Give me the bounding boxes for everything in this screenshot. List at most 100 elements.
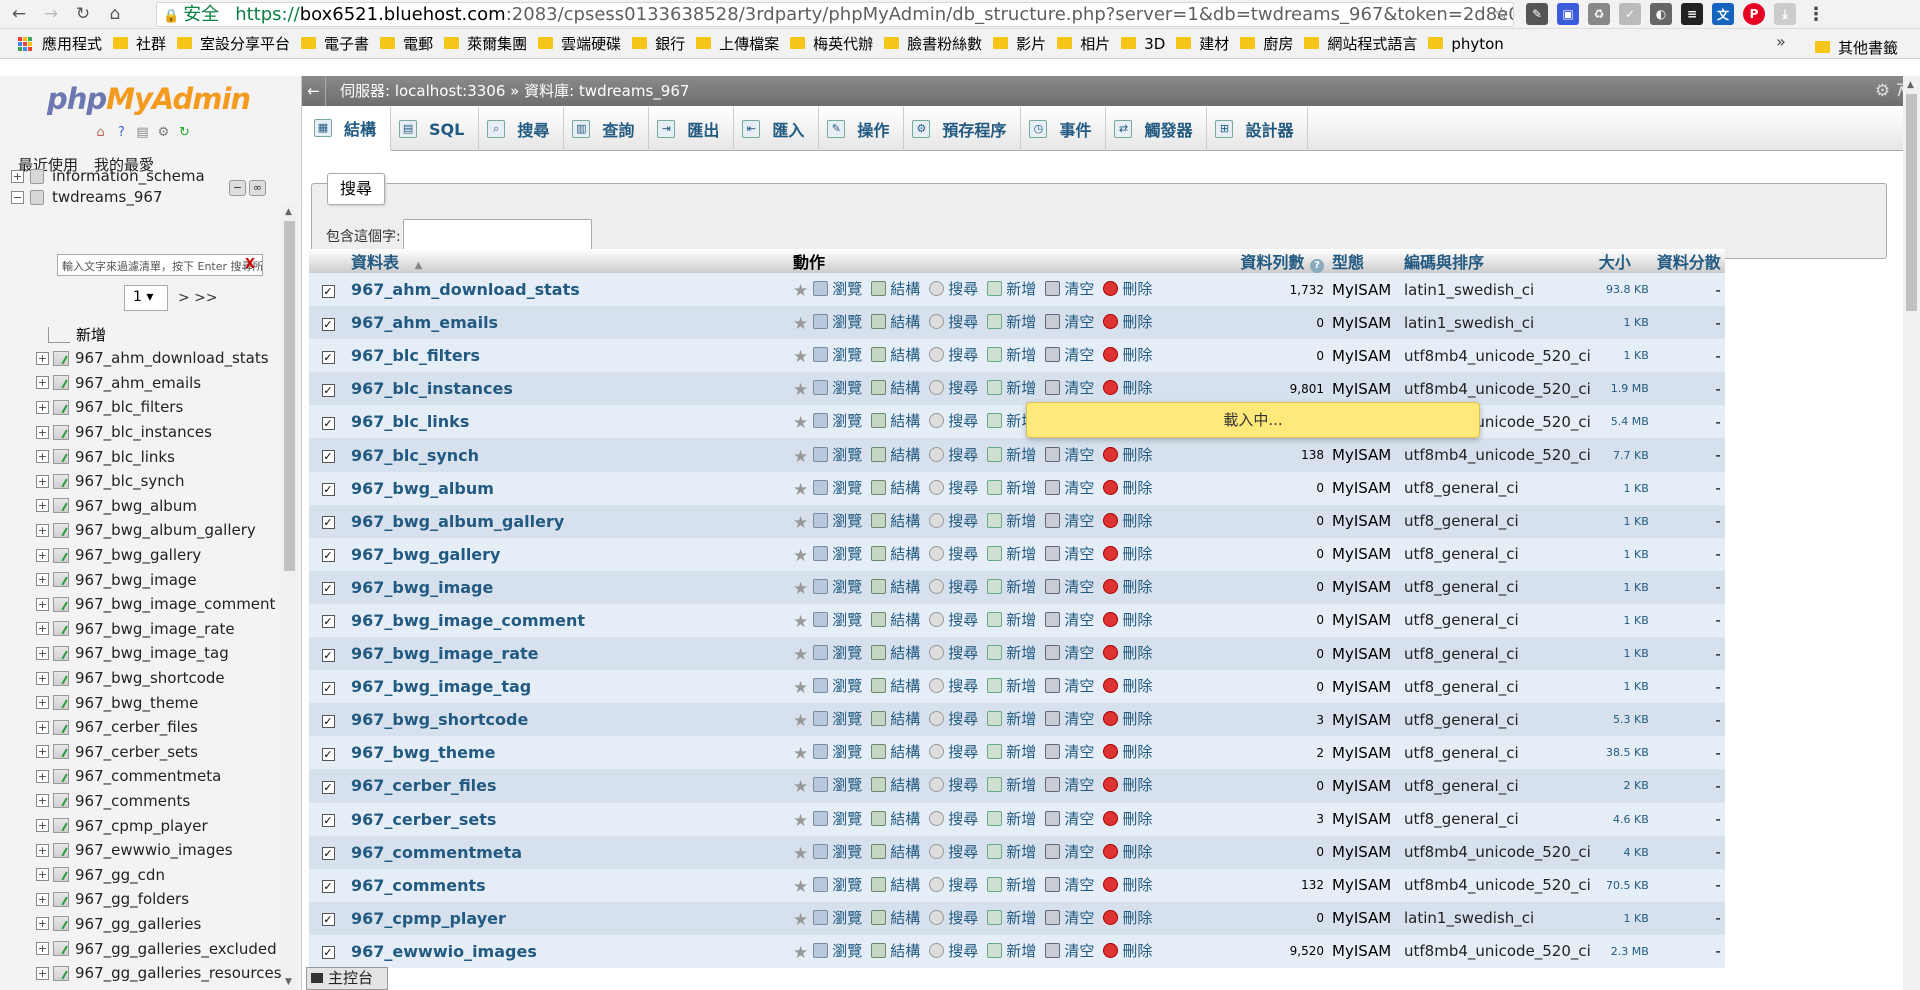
expand-icon[interactable]: + bbox=[36, 573, 49, 587]
table-name-link[interactable]: 967_bwg_image bbox=[347, 570, 789, 604]
size-link[interactable]: 1 KB bbox=[1594, 504, 1653, 538]
nav-table-item[interactable]: +967_comments bbox=[36, 789, 282, 814]
favorite-star-icon[interactable]: ★ bbox=[793, 546, 808, 566]
browse-action[interactable]: 瀏覽 bbox=[813, 741, 862, 762]
favorite-star-icon[interactable]: ★ bbox=[793, 281, 808, 301]
page-scrollbar[interactable]: ▲ bbox=[1903, 76, 1920, 990]
docs-icon[interactable]: ▤ bbox=[134, 124, 151, 141]
drop-action[interactable]: 刪除 bbox=[1103, 642, 1152, 663]
favorite-star-icon[interactable]: ★ bbox=[793, 811, 808, 831]
nav-table-item[interactable]: +967_gg_galleries_resources bbox=[36, 961, 282, 986]
table-structure-icon[interactable] bbox=[53, 867, 69, 883]
table-name-link[interactable]: 967_ahm_emails bbox=[347, 306, 789, 340]
search-action[interactable]: 搜尋 bbox=[929, 675, 978, 696]
bookmarks-more-button[interactable]: » bbox=[1776, 32, 1786, 51]
size-link[interactable]: 1.9 MB bbox=[1594, 372, 1653, 406]
pinterest-extension-icon[interactable]: P bbox=[1743, 3, 1765, 25]
bookmark-folder[interactable]: 電子書 bbox=[301, 33, 369, 54]
browse-action[interactable]: 瀏覽 bbox=[813, 874, 862, 895]
insert-action[interactable]: 新增 bbox=[987, 344, 1036, 365]
structure-action[interactable]: 結構 bbox=[871, 278, 920, 299]
size-link[interactable]: 1 KB bbox=[1594, 901, 1653, 935]
structure-action[interactable]: 結構 bbox=[871, 642, 920, 663]
forward-icon[interactable]: → bbox=[40, 3, 62, 25]
drop-action[interactable]: 刪除 bbox=[1103, 444, 1152, 465]
structure-action[interactable]: 結構 bbox=[871, 477, 920, 498]
row-checkbox[interactable]: ✓ bbox=[321, 880, 335, 894]
drop-action[interactable]: 刪除 bbox=[1103, 741, 1152, 762]
nav-table-item[interactable]: +967_bwg_shortcode bbox=[36, 666, 282, 691]
structure-action[interactable]: 結構 bbox=[871, 708, 920, 729]
nav-table-item[interactable]: +967_cpmp_player bbox=[36, 813, 282, 838]
table-name-link[interactable]: 967_bwg_image_tag bbox=[347, 670, 789, 704]
expand-icon[interactable]: + bbox=[36, 819, 49, 833]
drop-action[interactable]: 刪除 bbox=[1103, 311, 1152, 332]
bookmark-folder[interactable]: 上傳檔案 bbox=[696, 33, 779, 54]
structure-action[interactable]: 結構 bbox=[871, 774, 920, 795]
check-extension-icon[interactable]: ✓ bbox=[1619, 3, 1641, 25]
header-collation[interactable]: 編碼與排序 bbox=[1400, 249, 1595, 273]
favorite-star-icon[interactable]: ★ bbox=[793, 480, 808, 500]
favorite-star-icon[interactable]: ★ bbox=[793, 612, 808, 632]
favorite-star-icon[interactable]: ★ bbox=[793, 777, 808, 797]
search-action[interactable]: 搜尋 bbox=[929, 344, 978, 365]
row-checkbox[interactable]: ✓ bbox=[321, 284, 335, 298]
bookmark-folder[interactable]: 萊爾集團 bbox=[444, 33, 527, 54]
bookmark-folder[interactable]: 3D bbox=[1121, 35, 1165, 53]
table-structure-icon[interactable] bbox=[53, 965, 69, 981]
browser-menu-icon[interactable]: ⋮ bbox=[1805, 3, 1827, 25]
tab-sql[interactable]: ▤ SQL bbox=[391, 107, 480, 151]
expand-icon[interactable]: + bbox=[36, 499, 49, 513]
layers-extension-icon[interactable]: ≡ bbox=[1681, 3, 1703, 25]
empty-action[interactable]: 清空 bbox=[1045, 940, 1094, 961]
insert-action[interactable]: 新增 bbox=[987, 377, 1036, 398]
browse-action[interactable]: 瀏覽 bbox=[813, 808, 862, 829]
row-checkbox[interactable]: ✓ bbox=[321, 648, 335, 662]
scroll-up-icon[interactable]: ▲ bbox=[285, 207, 292, 217]
browse-action[interactable]: 瀏覽 bbox=[813, 576, 862, 597]
empty-action[interactable]: 清空 bbox=[1045, 808, 1094, 829]
scroll-down-icon[interactable]: ▼ bbox=[285, 977, 292, 987]
eyedropper-extension-icon[interactable]: ✎ bbox=[1526, 3, 1548, 25]
search-action[interactable]: 搜尋 bbox=[929, 477, 978, 498]
favorite-star-icon[interactable]: ★ bbox=[793, 678, 808, 698]
table-name-link[interactable]: 967_ewwwio_images bbox=[347, 934, 789, 968]
search-action[interactable]: 搜尋 bbox=[929, 410, 978, 431]
tab-routines[interactable]: ⚙ 預存程序 bbox=[904, 107, 1022, 151]
bookmark-folder[interactable]: 建材 bbox=[1176, 33, 1229, 54]
size-link[interactable]: 5.3 KB bbox=[1594, 703, 1653, 737]
header-size[interactable]: 大小 bbox=[1594, 249, 1653, 273]
nav-table-item[interactable]: +967_bwg_image_rate bbox=[36, 617, 282, 642]
structure-action[interactable]: 結構 bbox=[871, 609, 920, 630]
expand-icon[interactable]: + bbox=[36, 622, 49, 636]
favorite-star-icon[interactable]: ★ bbox=[793, 347, 808, 367]
table-name-link[interactable]: 967_blc_filters bbox=[347, 339, 789, 373]
empty-action[interactable]: 清空 bbox=[1045, 278, 1094, 299]
header-table[interactable]: 資料表 ▲ bbox=[347, 249, 789, 273]
translate-extension-icon[interactable]: 文 bbox=[1712, 3, 1734, 25]
apps-grid-icon[interactable] bbox=[18, 36, 32, 51]
empty-action[interactable]: 清空 bbox=[1045, 444, 1094, 465]
nav-table-item[interactable]: +967_gg_galleries bbox=[36, 912, 282, 937]
bookmark-apps[interactable]: 應用程式 bbox=[42, 33, 102, 54]
insert-action[interactable]: 新增 bbox=[987, 874, 1036, 895]
expand-icon[interactable]: + bbox=[36, 548, 49, 562]
row-checkbox[interactable]: ✓ bbox=[321, 681, 335, 695]
insert-action[interactable]: 新增 bbox=[987, 940, 1036, 961]
browse-action[interactable]: 瀏覽 bbox=[813, 278, 862, 299]
nav-table-item[interactable]: +967_blc_instances bbox=[36, 420, 282, 445]
insert-action[interactable]: 新增 bbox=[987, 808, 1036, 829]
tab-export[interactable]: ⇥ 匯出 bbox=[649, 107, 735, 151]
empty-action[interactable]: 清空 bbox=[1045, 675, 1094, 696]
table-structure-icon[interactable] bbox=[53, 399, 69, 415]
favorite-star-icon[interactable]: ★ bbox=[793, 314, 808, 334]
row-checkbox[interactable]: ✓ bbox=[321, 714, 335, 728]
insert-action[interactable]: 新增 bbox=[987, 477, 1036, 498]
drop-action[interactable]: 刪除 bbox=[1103, 708, 1152, 729]
table-structure-icon[interactable] bbox=[53, 449, 69, 465]
expand-icon[interactable]: + bbox=[36, 892, 49, 906]
reload-nav-icon[interactable]: ↻ bbox=[176, 124, 193, 141]
expand-icon[interactable]: + bbox=[36, 351, 49, 365]
search-action[interactable]: 搜尋 bbox=[929, 907, 978, 928]
search-action[interactable]: 搜尋 bbox=[929, 311, 978, 332]
